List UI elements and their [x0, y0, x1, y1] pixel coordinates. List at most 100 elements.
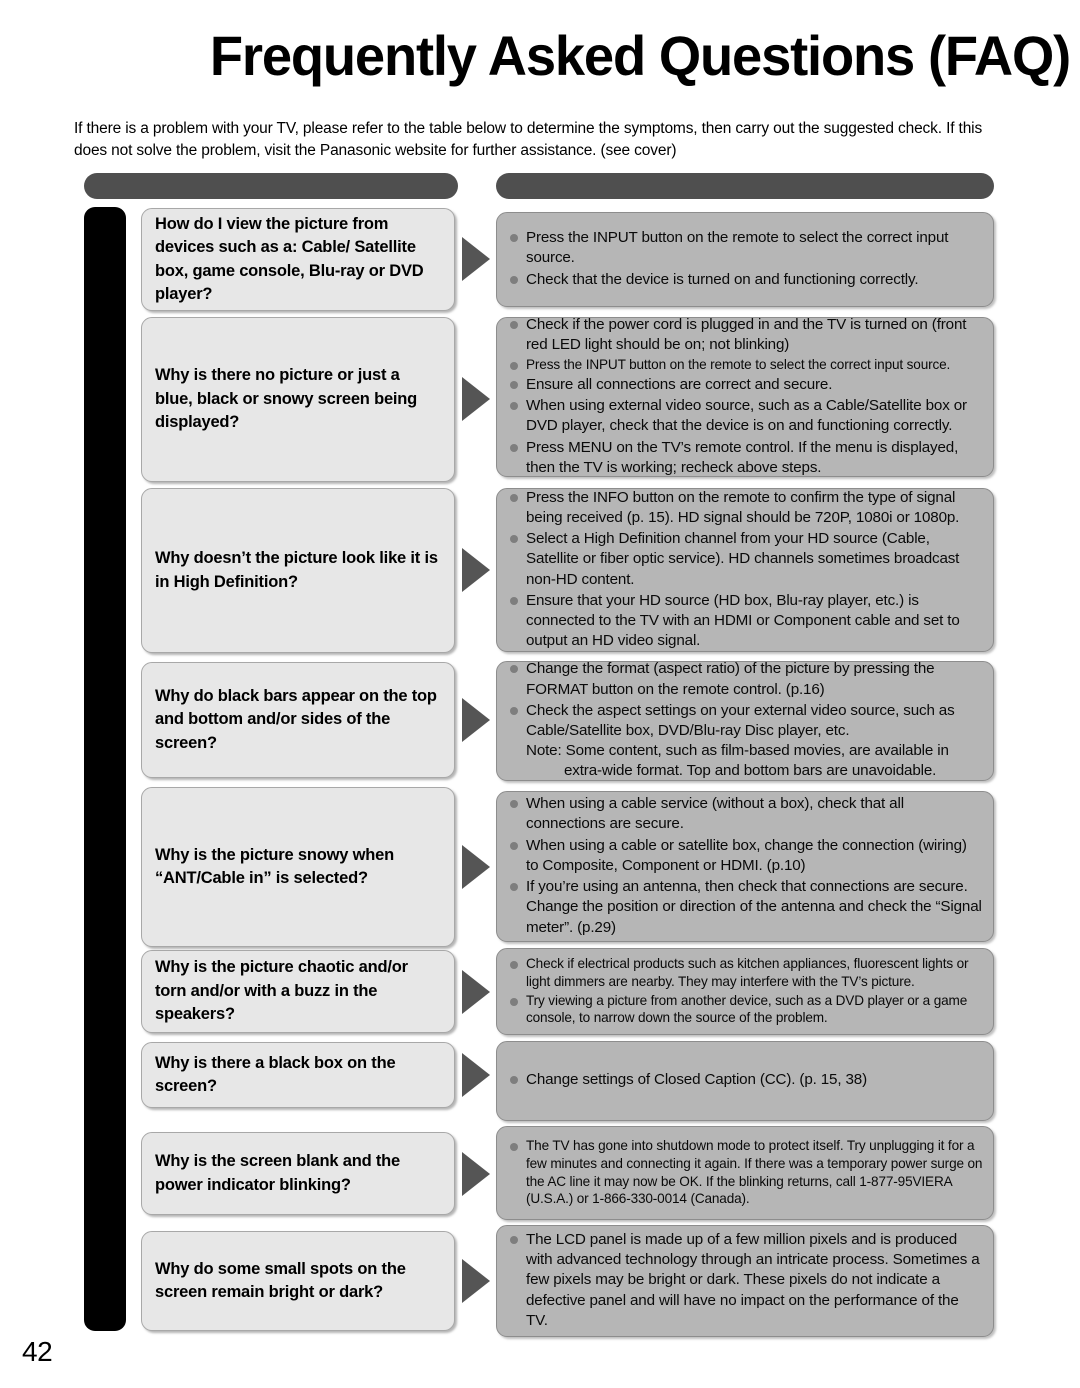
- faq-answer-text: When using external video source, such a…: [526, 396, 983, 436]
- bullet-dot-icon: [510, 381, 518, 390]
- faq-answer-bullet: Ensure all connections are correct and s…: [506, 375, 983, 395]
- faq-answer-text: Press the INPUT button on the remote to …: [526, 228, 983, 268]
- faq-answer-bullet: Ensure that your HD source (HD box, Blu-…: [506, 591, 983, 652]
- faq-answer-bullet: When using a cable or satellite box, cha…: [506, 836, 983, 876]
- faq-answer-bullet: If you’re using an antenna, then check t…: [506, 877, 983, 938]
- arrow-right-icon: [462, 970, 490, 1014]
- faq-answer-bullet: Change the format (aspect ratio) of the …: [506, 659, 983, 699]
- faq-answer-bullet: Press the INPUT button on the remote to …: [506, 228, 983, 268]
- arrow-right-icon: [462, 548, 490, 592]
- bullet-dot-icon: [510, 1235, 518, 1244]
- faq-answer-main: When using a cable or satellite box, cha…: [526, 836, 967, 874]
- column-header-symptoms: [84, 173, 458, 199]
- bullet-dot-icon: [510, 596, 518, 605]
- faq-question-text: Why doesn’t the picture look like it is …: [155, 549, 438, 591]
- faq-answer-bullet: Check if electrical products such as kit…: [506, 955, 983, 990]
- faq-answer-main: Check that the device is turned on and f…: [526, 270, 919, 288]
- faq-question-text: Why is the picture snowy when “ANT/Cable…: [155, 845, 394, 887]
- faq-answer-main: Press the INFO button on the remote to c…: [526, 488, 960, 526]
- bullet-dot-icon: [510, 961, 518, 970]
- faq-answer-main: Press the INPUT button on the remote to …: [526, 357, 951, 373]
- bullet-dot-icon: [510, 275, 518, 284]
- faq-answer-main: The LCD panel is made up of a few millio…: [526, 1230, 980, 1329]
- faq-answer-bullet: Press MENU on the TV’s remote control. I…: [506, 438, 983, 478]
- faq-answer-bullet: Press the INFO button on the remote to c…: [506, 488, 983, 528]
- bullet-dot-icon: [510, 443, 518, 452]
- page-number: 42: [22, 1336, 53, 1367]
- faq-answer-main: Check the aspect settings on your extern…: [526, 701, 955, 739]
- faq-answer-text: When using a cable service (without a bo…: [526, 794, 983, 834]
- faq-question-box: Why do some small spots on the screen re…: [141, 1231, 455, 1331]
- faq-answer-main: When using external video source, such a…: [526, 397, 967, 435]
- faq-answer-main: Ensure that your HD source (HD box, Blu-…: [526, 591, 960, 650]
- bullet-dot-icon: [510, 665, 518, 674]
- faq-answer-bullet: Press the INPUT button on the remote to …: [506, 356, 983, 374]
- faq-answer-box: Change settings of Closed Caption (CC). …: [496, 1041, 994, 1121]
- arrow-right-icon: [462, 698, 490, 742]
- faq-answer-main: The TV has gone into shutdown mode to pr…: [526, 1138, 983, 1207]
- faq-answer-main: Select a High Definition channel from yo…: [526, 530, 960, 588]
- faq-answer-text: Check if electrical products such as kit…: [526, 955, 983, 990]
- faq-answer-bullet: Check if the power cord is plugged in an…: [506, 315, 983, 355]
- faq-answer-text: Press the INFO button on the remote to c…: [526, 488, 983, 528]
- arrow-right-icon: [462, 1152, 490, 1196]
- faq-answer-bullet: Check that the device is turned on and f…: [506, 270, 983, 290]
- faq-answer-main: When using a cable service (without a bo…: [526, 795, 904, 833]
- bullet-dot-icon: [510, 1076, 518, 1085]
- faq-answer-bullet: When using external video source, such a…: [506, 396, 983, 436]
- faq-answer-main: Check if electrical products such as kit…: [526, 956, 969, 989]
- bullet-dot-icon: [510, 883, 518, 892]
- faq-question-box: Why is there a black box on the screen?: [141, 1042, 455, 1108]
- faq-answer-box: The TV has gone into shutdown mode to pr…: [496, 1126, 994, 1220]
- faq-answer-text: Press MENU on the TV’s remote control. I…: [526, 438, 983, 478]
- page-edge-tab: [84, 207, 126, 1331]
- faq-question-text: Why is the picture chaotic and/or torn a…: [155, 958, 408, 1024]
- bullet-dot-icon: [510, 706, 518, 715]
- faq-answer-text: The LCD panel is made up of a few millio…: [526, 1230, 983, 1331]
- page-title: Frequently Asked Questions (FAQ): [209, 24, 1071, 87]
- bullet-dot-icon: [510, 402, 518, 411]
- column-header-checks: [496, 173, 994, 199]
- faq-answer-bullet: The TV has gone into shutdown mode to pr…: [506, 1137, 983, 1208]
- bullet-dot-icon: [510, 362, 518, 371]
- arrow-right-icon: [462, 1259, 490, 1303]
- faq-question-text: Why is the screen blank and the power in…: [155, 1152, 401, 1194]
- bullet-dot-icon: [510, 493, 518, 502]
- arrow-right-icon: [462, 377, 490, 421]
- faq-question-box: Why is the picture snowy when “ANT/Cable…: [141, 787, 455, 947]
- faq-answer-text: Ensure that your HD source (HD box, Blu-…: [526, 591, 983, 652]
- faq-answer-text: The TV has gone into shutdown mode to pr…: [526, 1137, 983, 1208]
- faq-answer-text: Ensure all connections are correct and s…: [526, 375, 983, 395]
- faq-answer-main: Press MENU on the TV’s remote control. I…: [526, 438, 959, 476]
- faq-answer-text: Change the format (aspect ratio) of the …: [526, 659, 983, 699]
- faq-answer-box: Change the format (aspect ratio) of the …: [496, 659, 994, 782]
- faq-answer-box: The LCD panel is made up of a few millio…: [496, 1225, 994, 1337]
- bullet-dot-icon: [510, 234, 518, 243]
- faq-answer-main: If you’re using an antenna, then check t…: [526, 878, 982, 936]
- faq-answer-bullet: Try viewing a picture from another devic…: [506, 992, 983, 1027]
- faq-answer-text: Try viewing a picture from another devic…: [526, 992, 983, 1027]
- faq-page: Frequently Asked Questions (FAQ) If ther…: [0, 0, 1080, 1388]
- faq-answer-text: When using a cable or satellite box, cha…: [526, 836, 983, 876]
- faq-question-text: Why is there no picture or just a blue, …: [155, 366, 418, 432]
- faq-answer-bullet: The LCD panel is made up of a few millio…: [506, 1230, 983, 1331]
- faq-answer-bullet: Check the aspect settings on your extern…: [506, 701, 983, 782]
- faq-question-text: Why do some small spots on the screen re…: [155, 1259, 406, 1301]
- faq-answer-text: Select a High Definition channel from yo…: [526, 529, 983, 590]
- faq-question-box: Why is there no picture or just a blue, …: [141, 317, 455, 482]
- faq-answer-note: Note: Some content, such as film-based m…: [526, 742, 949, 760]
- faq-answer-box: Check if electrical products such as kit…: [496, 948, 994, 1035]
- faq-answer-main: Check if the power cord is plugged in an…: [526, 315, 967, 354]
- arrow-right-icon: [462, 845, 490, 889]
- faq-answer-text: If you’re using an antenna, then check t…: [526, 877, 983, 938]
- faq-answer-text: Check if the power cord is plugged in an…: [526, 315, 983, 355]
- bullet-dot-icon: [510, 320, 518, 329]
- bullet-dot-icon: [510, 535, 518, 544]
- faq-answer-bullet: Change settings of Closed Caption (CC). …: [506, 1070, 983, 1090]
- faq-answer-main: Try viewing a picture from another devic…: [526, 992, 968, 1026]
- faq-answer-text: Press the INPUT button on the remote to …: [526, 356, 983, 374]
- bullet-dot-icon: [510, 841, 518, 850]
- bullet-dot-icon: [510, 997, 518, 1006]
- faq-answer-box: Check if the power cord is plugged in an…: [496, 315, 994, 478]
- faq-question-text: Why do black bars appear on the top and …: [155, 686, 437, 752]
